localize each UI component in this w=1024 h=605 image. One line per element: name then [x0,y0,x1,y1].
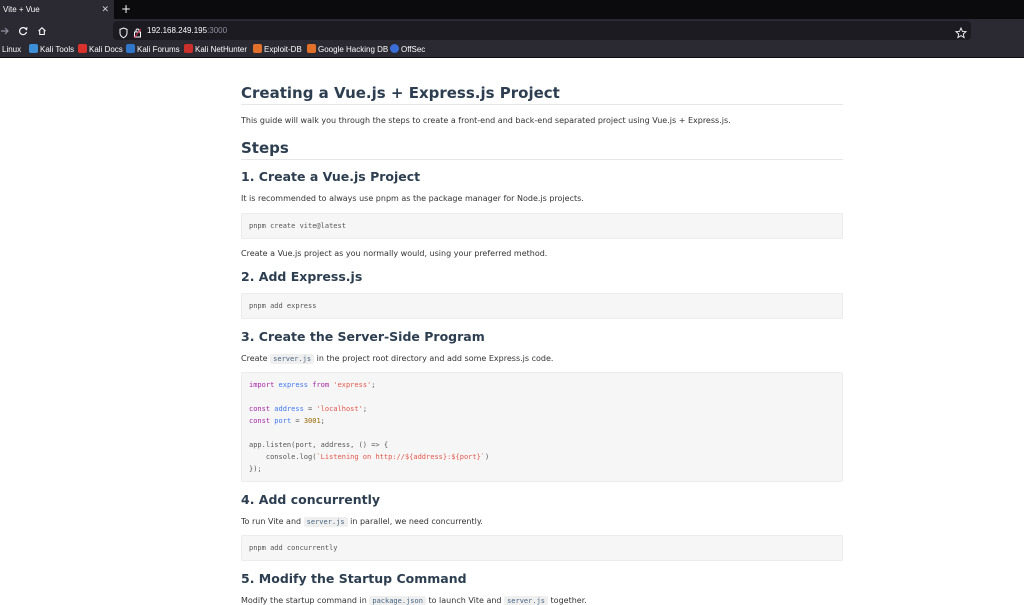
code-token: from [312,381,330,389]
bookmark-label: OffSec [401,45,426,54]
bookmark-label: Kali Forums [137,45,180,54]
code-line: }); [249,465,262,473]
page-content: Creating a Vue.js + Express.js Project T… [241,60,843,605]
tab-title: Vite + Vue [3,5,40,14]
text: Modify the startup command in [241,596,367,605]
code-token: const [249,405,271,413]
google-hacking-db-icon [307,44,316,53]
step1-heading: 1. Create a Vue.js Project [241,169,421,184]
code-block-add-concurrently[interactable]: pnpm add concurrently [241,535,843,561]
code-token: port [274,417,292,425]
step3-text: Create server.js in the project root dir… [241,353,843,365]
offsec-icon [390,44,399,53]
url-text[interactable]: 192.168.249.195:3000 [147,21,227,40]
kali-nethunter-icon [184,44,193,53]
intro-paragraph: This guide will walk you through the ste… [241,116,731,125]
text: Create [241,354,268,363]
code-token: console.log( [249,453,317,461]
navigation-bar: 192.168.249.195:3000 [0,19,1024,43]
bookmark-label: Kali NetHunter [195,45,248,54]
bookmark-offsec[interactable]: OffSec [390,43,425,58]
page-title: Creating a Vue.js + Express.js Project [241,84,843,105]
bookmark-label: Kali Docs [89,45,123,54]
text: together. [550,596,587,605]
bookmark-label: Exploit-DB [264,45,302,54]
step5-text: Modify the startup command in package.js… [241,595,843,605]
code-token: ) [485,453,490,461]
code-line: app.listen(port, address, () => { [249,441,389,449]
shield-icon[interactable] [119,24,128,43]
home-icon[interactable] [33,22,51,40]
step5-heading: 5. Modify the Startup Command [241,571,467,586]
code-token: `Listening on http://${address}:${port}` [316,453,486,461]
bookmark-kali-docs[interactable]: Kali Docs [78,43,123,58]
inline-code-package-json: package.json [369,596,426,605]
inline-code-server-js: server.js [504,596,548,605]
bookmark-star-icon[interactable] [954,24,968,43]
bookmark-label: Google Hacking DB [318,45,389,54]
bookmark-exploit-db[interactable]: Exploit-DB [253,43,302,58]
bookmark-kali-tools[interactable]: Kali Tools [29,43,74,58]
bookmark-google-hacking-db[interactable]: Google Hacking DB [307,43,388,58]
code-token: const [249,417,271,425]
code-token: = [303,405,317,413]
forward-icon[interactable] [0,22,14,40]
code-token: address [274,405,304,413]
step1-after-text: Create a Vue.js project as you normally … [241,249,548,258]
browser-tab[interactable]: Vite + Vue ✕ [0,0,114,19]
reload-icon[interactable] [14,22,32,40]
insecure-lock-icon[interactable] [133,24,142,43]
bookmark-label: i Linux [0,45,22,54]
kali-forums-icon [126,44,135,53]
text: in parallel, we need concurrently. [350,517,483,526]
step2-heading: 2. Add Express.js [241,269,363,284]
inline-code-server-js: server.js [270,354,315,364]
bookmark-kali-linux[interactable]: i Linux [0,43,21,58]
code-token: ; [320,417,325,425]
inline-code-server-js: server.js [303,517,348,527]
step4-text: To run Vite and server.js in parallel, w… [241,516,843,528]
new-tab-button[interactable]: + [121,0,131,19]
code-token: import [249,381,275,389]
code-block-create-vite[interactable]: pnpm create vite@latest [241,213,843,239]
kali-docs-icon [78,44,87,53]
exploit-db-icon [253,44,262,53]
bookmark-kali-forums[interactable]: Kali Forums [126,43,180,58]
tab-bar: Vite + Vue ✕ + [0,0,1024,19]
url-host: 192.168.249.195 [147,26,208,35]
bookmark-label: Kali Tools [40,45,75,54]
code-token: 3001 [303,417,321,425]
bookmark-kali-nethunter[interactable]: Kali NetHunter [184,43,247,58]
code-token: 'express' [333,381,372,389]
text: To run Vite and [241,517,302,526]
step1-text: It is recommended to always use pnpm as … [241,194,584,203]
step3-heading: 3. Create the Server-Side Program [241,329,485,344]
text: in the project root directory and add so… [316,354,554,363]
url-bar[interactable]: 192.168.249.195:3000 [113,21,971,40]
text: to launch Vite and [428,596,502,605]
code-token: = [291,417,304,425]
code-token: ; [362,405,368,413]
code-token: ; [371,381,376,389]
url-port: :3000 [207,26,228,35]
code-block-add-express[interactable]: pnpm add express [241,293,843,319]
kali-tools-icon [29,44,38,53]
close-icon[interactable]: ✕ [101,0,109,19]
steps-heading: Steps [241,139,843,160]
bookmarks-toolbar: i Linux Kali Tools Kali Docs Kali Forums… [0,43,1024,58]
code-block-server-js[interactable]: import express from 'express'; const add… [241,372,843,482]
code-token: express [278,381,309,389]
step4-heading: 4. Add concurrently [241,492,381,507]
code-token: 'localhost' [316,405,363,413]
